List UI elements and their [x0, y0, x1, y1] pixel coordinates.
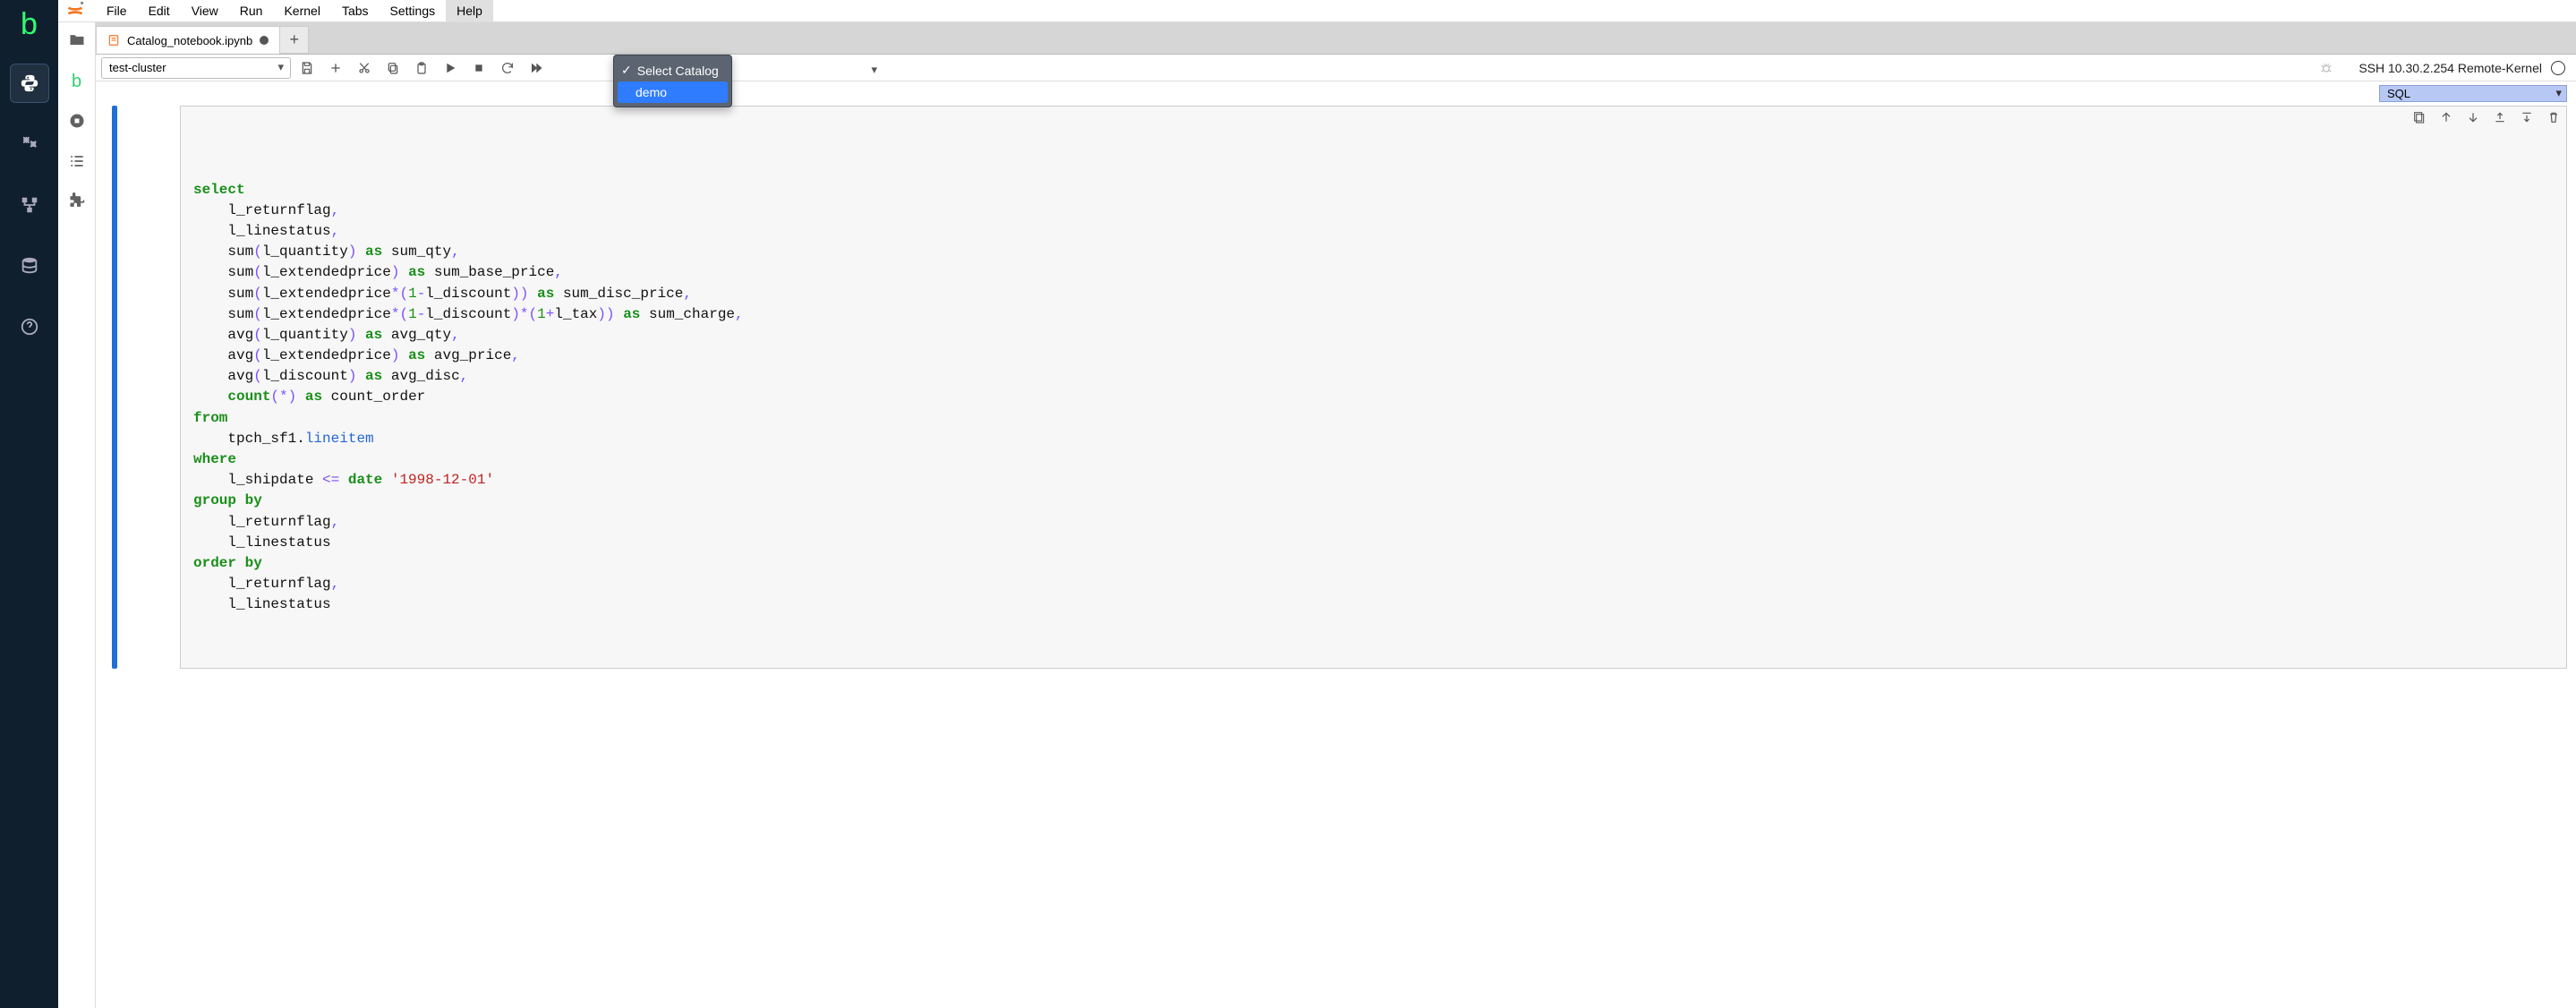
bodo-icon[interactable]: b [72, 72, 81, 92]
catalog-option-demo[interactable]: demo [618, 81, 728, 103]
notebook-toolbar: SSH 10.30.2.254 Remote-Kernel [96, 55, 2576, 81]
duplicate-cell-icon[interactable] [2412, 110, 2427, 132]
menu-run[interactable]: Run [229, 0, 274, 21]
catalog-dropdown-header[interactable]: ✓ Select Catalog [618, 59, 728, 81]
menu-view[interactable]: View [181, 0, 229, 21]
folder-icon[interactable] [68, 31, 86, 52]
cluster-select[interactable] [101, 57, 291, 79]
check-icon: ✓ [621, 63, 632, 78]
left-activity-bar: b [58, 22, 96, 1008]
stop-button[interactable] [466, 57, 491, 79]
bug-icon[interactable] [2314, 57, 2339, 79]
delete-cell-icon[interactable] [2546, 110, 2561, 132]
python-icon[interactable] [10, 64, 49, 103]
notebook-tab[interactable]: Catalog_notebook.ipynb [96, 26, 280, 54]
kernel-status-icon [2551, 61, 2565, 75]
move-down-icon[interactable] [2466, 110, 2480, 132]
insert-above-icon[interactable] [2493, 110, 2507, 132]
list-icon[interactable] [68, 152, 86, 173]
menubar: FileEditViewRunKernelTabsSettingsHelp [58, 0, 2576, 22]
add-cell-button[interactable] [323, 57, 348, 79]
cluster-icon[interactable] [10, 185, 49, 225]
kernel-label[interactable]: SSH 10.30.2.254 Remote-Kernel [2358, 61, 2542, 75]
catalog-dropdown: ✓ Select Catalog demo [613, 55, 732, 107]
cell-actions [2412, 110, 2561, 132]
notebook-area: select l_returnflag, l_linestatus, sum(l… [96, 81, 2576, 1008]
stop-circle-icon[interactable] [68, 112, 86, 132]
move-up-icon[interactable] [2439, 110, 2453, 132]
cell-editor[interactable]: select l_returnflag, l_linestatus, sum(l… [180, 106, 2567, 669]
jupyter-logo-icon [64, 0, 87, 22]
app-sidebar: b [0, 0, 58, 1008]
code-content: select l_returnflag, l_linestatus, sum(l… [193, 180, 2554, 616]
cut-button[interactable] [352, 57, 377, 79]
copy-button[interactable] [380, 57, 405, 79]
catalog-header-label: Select Catalog [637, 64, 719, 78]
paste-button[interactable] [409, 57, 434, 79]
new-tab-button[interactable]: + [280, 26, 309, 54]
menu-kernel[interactable]: Kernel [273, 0, 330, 21]
extensions-icon[interactable] [68, 192, 86, 213]
menu-edit[interactable]: Edit [138, 0, 181, 21]
cell-language-select[interactable] [2379, 85, 2567, 102]
code-cell[interactable]: select l_returnflag, l_linestatus, sum(l… [96, 102, 2576, 678]
menu-file[interactable]: File [96, 0, 138, 21]
save-button[interactable] [294, 57, 320, 79]
menu-help[interactable]: Help [446, 0, 493, 21]
restart-button[interactable] [495, 57, 520, 79]
menu-settings[interactable]: Settings [380, 0, 447, 21]
help-icon[interactable] [10, 307, 49, 346]
run-button[interactable] [438, 57, 463, 79]
insert-below-icon[interactable] [2520, 110, 2534, 132]
database-icon[interactable] [10, 246, 49, 286]
tab-filename: Catalog_notebook.ipynb [127, 34, 252, 47]
unsaved-dot-icon [260, 36, 269, 45]
tab-bar: Catalog_notebook.ipynb + [96, 22, 2576, 55]
notebook-icon [107, 34, 120, 47]
run-all-button[interactable] [524, 57, 549, 79]
menu-tabs[interactable]: Tabs [331, 0, 380, 21]
gears-icon[interactable] [10, 124, 49, 164]
app-logo: b [21, 7, 38, 42]
cell-active-indicator [112, 106, 117, 669]
